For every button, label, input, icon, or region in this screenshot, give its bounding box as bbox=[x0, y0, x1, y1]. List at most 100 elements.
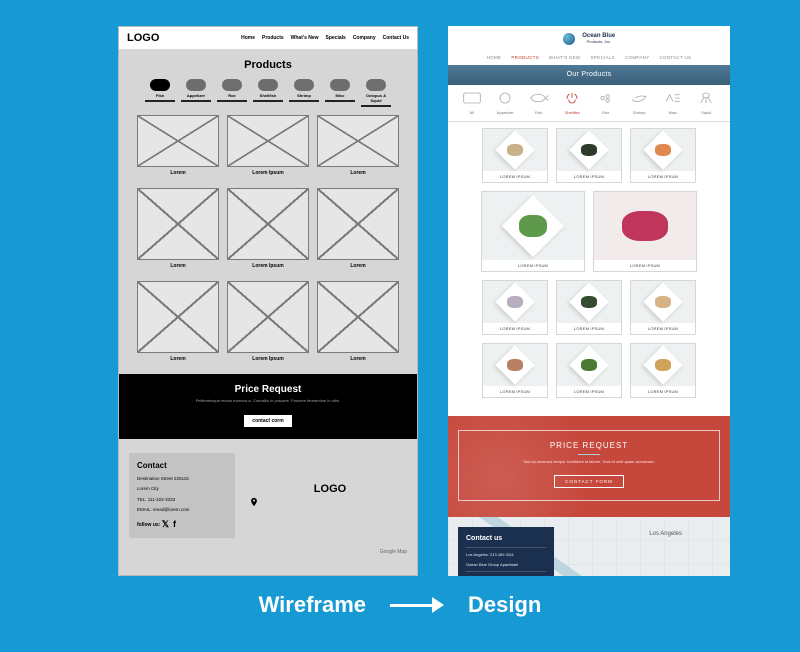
wireframe-cat-appetizer[interactable]: Appetizer bbox=[181, 79, 211, 107]
wireframe-card[interactable]: Lorem bbox=[317, 281, 399, 366]
design-card[interactable]: LOREM IPSUM bbox=[482, 280, 548, 335]
design-card-large[interactable]: LOREM IPSUM bbox=[481, 191, 585, 272]
wireframe-card[interactable]: Lorem bbox=[137, 115, 219, 180]
wireframe-cat-shrimp[interactable]: Shrimp bbox=[289, 79, 319, 107]
design-cat-squid[interactable]: Squid bbox=[693, 91, 721, 115]
design-card[interactable]: lorem ipsum bbox=[630, 343, 696, 398]
design-price-subtext: Sed do eiusmod tempor incididunt ut labo… bbox=[473, 459, 705, 464]
facebook-icon[interactable]: f bbox=[173, 519, 176, 530]
wireframe-nav-specials[interactable]: Specials bbox=[326, 35, 346, 41]
design-card[interactable]: LOREM IPSUM bbox=[630, 128, 696, 183]
design-nav-specials[interactable]: SPECIALS bbox=[591, 55, 615, 60]
label-wireframe: Wireframe bbox=[259, 592, 366, 618]
image-placeholder bbox=[317, 281, 399, 353]
roe-icon bbox=[222, 79, 242, 91]
wireframe-card[interactable]: Lorem bbox=[317, 115, 399, 180]
image-placeholder bbox=[137, 281, 219, 353]
design-cat-misc[interactable]: Misc bbox=[659, 91, 687, 115]
wireframe-product-grid: Lorem Lorem Ipsum Lorem Lorem Lorem Ipsu… bbox=[119, 115, 417, 366]
wireframe-card[interactable]: Lorem Ipsum bbox=[227, 115, 309, 180]
wireframe-panel: LOGO Home Products What's New Specials C… bbox=[118, 26, 418, 576]
wireframe-cat-fish[interactable]: Fish bbox=[145, 79, 175, 107]
design-cat-fish[interactable]: Fish bbox=[525, 91, 553, 115]
wireframe-price-title: Price Request bbox=[119, 384, 417, 395]
arrow-icon bbox=[390, 597, 444, 613]
image-placeholder bbox=[227, 188, 309, 260]
design-cat-shrimp[interactable]: Shrimp bbox=[626, 91, 654, 115]
design-cat-appetizer[interactable]: Appetizer bbox=[492, 91, 520, 115]
wireframe-price-section: Price Request Pelltentesque rectus rhonc… bbox=[119, 374, 417, 439]
design-card-large[interactable]: LOREM IPSUM bbox=[593, 191, 697, 272]
twitter-icon[interactable]: 𝕏 bbox=[162, 519, 169, 530]
image-placeholder bbox=[137, 115, 219, 167]
design-nav-company[interactable]: COMPANY bbox=[625, 55, 650, 60]
fish-icon bbox=[150, 79, 170, 91]
wireframe-nav-company[interactable]: Company bbox=[353, 35, 376, 41]
design-nav-home[interactable]: HOME bbox=[487, 55, 502, 60]
wireframe-nav-contact[interactable]: Contact Us bbox=[383, 35, 409, 41]
image-placeholder bbox=[227, 115, 309, 167]
shellfish-icon bbox=[258, 79, 278, 91]
design-nav-whatsnew[interactable]: WHAT'S NEW bbox=[549, 55, 581, 60]
design-card[interactable]: LOREM IPSUM bbox=[482, 128, 548, 183]
design-brand: Ocean Blue Products, Inc. bbox=[448, 26, 730, 52]
squid-icon bbox=[366, 79, 386, 91]
wireframe-category-row: Fish Appetizer Roe Shellfish Shrimp Misc… bbox=[119, 79, 417, 115]
wireframe-cat-squid[interactable]: Octopus & Squid bbox=[361, 79, 391, 107]
design-contact-button[interactable]: CONTACT FORM bbox=[554, 475, 624, 488]
design-card[interactable]: LOREM IPSUM bbox=[556, 280, 622, 335]
misc-icon bbox=[330, 79, 350, 91]
design-card[interactable]: LOREM IPSUM bbox=[556, 128, 622, 183]
wireframe-map-credit: Google Map bbox=[380, 549, 407, 555]
wireframe-card[interactable]: Lorem bbox=[137, 188, 219, 273]
wireframe-card[interactable]: Lorem Ipsum bbox=[227, 188, 309, 273]
wireframe-contact-title: Contact bbox=[137, 461, 227, 470]
wireframe-page-title: Products bbox=[119, 49, 417, 79]
design-footer: Los Angeles Contact us Los Angeles: 213 … bbox=[448, 517, 730, 576]
image-placeholder bbox=[137, 188, 219, 260]
wireframe-card[interactable]: Lorem bbox=[137, 281, 219, 366]
globe-logo-icon bbox=[563, 33, 575, 45]
map-pin-icon bbox=[249, 497, 259, 507]
design-card[interactable]: LOREM IPSUM bbox=[630, 280, 696, 335]
wireframe-logo: LOGO bbox=[127, 32, 234, 44]
design-contact-title: Contact us bbox=[466, 535, 546, 542]
design-brand-subline: Products, Inc. bbox=[586, 39, 610, 44]
image-placeholder bbox=[227, 281, 309, 353]
design-nav-contact[interactable]: CONTACT US bbox=[660, 55, 692, 60]
wireframe-cat-roe[interactable]: Roe bbox=[217, 79, 247, 107]
design-cat-all[interactable]: All bbox=[458, 91, 486, 115]
wireframe-map[interactable]: LOGO Google Map bbox=[249, 449, 411, 557]
design-cat-roe[interactable]: Roe bbox=[592, 91, 620, 115]
design-map-city-label: Los Angeles bbox=[649, 531, 682, 537]
wireframe-contact-card: Contact Destination Street 225115 Lorem … bbox=[129, 453, 235, 538]
wireframe-map-logo: LOGO bbox=[249, 483, 411, 495]
wireframe-contact-button[interactable]: contact corm bbox=[244, 415, 291, 427]
design-hero-title: Our Products bbox=[448, 65, 730, 85]
shrimp-icon bbox=[294, 79, 314, 91]
comparison-labels: Wireframe Design bbox=[0, 592, 800, 618]
design-card[interactable]: Lorem Ipsum bbox=[482, 343, 548, 398]
appetizer-icon bbox=[186, 79, 206, 91]
label-design: Design bbox=[468, 592, 541, 618]
design-nav-products[interactable]: PRODUCTS bbox=[511, 55, 539, 60]
wireframe-card[interactable]: Lorem bbox=[317, 188, 399, 273]
wireframe-follow-label: follow us: bbox=[137, 522, 160, 528]
design-price-section: PRICE REQUEST Sed do eiusmod tempor inci… bbox=[448, 416, 730, 517]
wireframe-nav-whatsnew[interactable]: What's New bbox=[291, 35, 319, 41]
wireframe-cat-shellfish[interactable]: Shellfish bbox=[253, 79, 283, 107]
wireframe-footer: Contact Destination Street 225115 Lorem … bbox=[119, 439, 417, 563]
design-price-title: PRICE REQUEST bbox=[473, 441, 705, 450]
image-placeholder bbox=[317, 188, 399, 260]
design-card[interactable]: Lorem Ipsum bbox=[556, 343, 622, 398]
wireframe-cat-misc[interactable]: Misc bbox=[325, 79, 355, 107]
wireframe-card[interactable]: Lorem Ipsum bbox=[227, 281, 309, 366]
image-placeholder bbox=[317, 115, 399, 167]
design-contact-card: Contact us Los Angeles: 213 489 3111 Oce… bbox=[458, 527, 554, 576]
design-product-grid: LOREM IPSUM LOREM IPSUM LOREM IPSUM LORE… bbox=[448, 122, 730, 416]
wireframe-nav-products[interactable]: Products bbox=[262, 35, 284, 41]
wireframe-nav-home[interactable]: Home bbox=[241, 35, 255, 41]
design-panel: Ocean Blue Products, Inc. HOME PRODUCTS … bbox=[448, 26, 730, 576]
design-cat-shellfish[interactable]: Shellfish bbox=[559, 91, 587, 115]
design-category-row: All Appetizer Fish Shellfish Roe Shrimp … bbox=[448, 85, 730, 122]
